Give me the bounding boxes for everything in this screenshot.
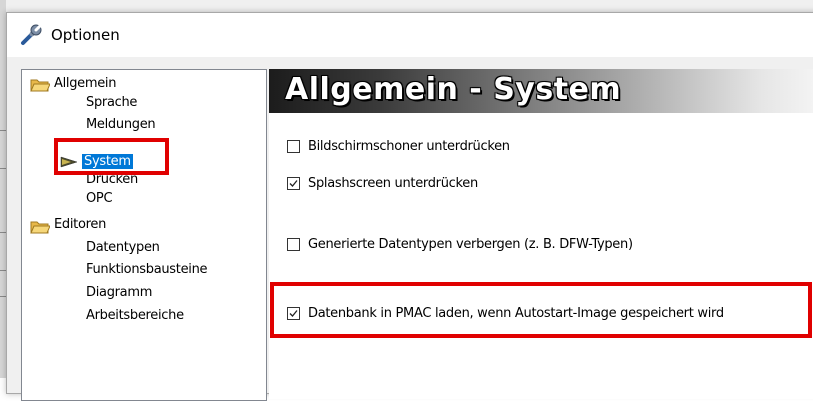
- option-splashscreen-label: Splashscreen unterdrücken: [308, 175, 478, 191]
- highlight-database-option: [270, 282, 812, 338]
- background-window-edge: [0, 0, 813, 12]
- option-screensaver-label: Bildschirmschoner unterdrücken: [308, 138, 510, 154]
- tree-item-datentypen[interactable]: Datentypen: [86, 240, 160, 256]
- checkbox-hide-datatypes[interactable]: [287, 237, 300, 251]
- checkbox-splashscreen[interactable]: [287, 176, 300, 190]
- option-screensaver[interactable]: Bildschirmschoner unterdrücken: [287, 136, 510, 156]
- checkmark-icon: [289, 179, 298, 187]
- folder-open-icon: [30, 79, 50, 92]
- tree-item-allgemein[interactable]: Allgemein: [54, 76, 116, 92]
- tree-item-opc[interactable]: OPC: [86, 191, 113, 207]
- wrench-icon: [21, 24, 42, 45]
- checkbox-screensaver[interactable]: [287, 139, 300, 153]
- folder-open-icon: [30, 221, 50, 234]
- panel-title: Allgemein - System: [285, 72, 622, 107]
- tree-item-sprache[interactable]: Sprache: [86, 95, 137, 111]
- option-hide-datatypes[interactable]: Generierte Datentypen verbergen (z. B. D…: [287, 234, 633, 254]
- highlight-system: [54, 138, 169, 175]
- tree-item-diagramm[interactable]: Diagramm: [86, 285, 152, 301]
- category-tree[interactable]: Allgemein Sprache Meldungen System Druck…: [21, 69, 267, 401]
- panel-header: Allgemein - System: [269, 69, 813, 113]
- option-splashscreen[interactable]: Splashscreen unterdrücken: [287, 173, 478, 193]
- tree-item-funktionsbausteine[interactable]: Funktionsbausteine: [86, 262, 208, 278]
- tree-item-arbeitsbereiche[interactable]: Arbeitsbereiche: [86, 308, 184, 324]
- tree-item-editoren[interactable]: Editoren: [54, 217, 106, 233]
- option-hide-datatypes-label: Generierte Datentypen verbergen (z. B. D…: [308, 236, 633, 252]
- settings-panel: Allgemein - System Bildschirmschoner unt…: [269, 69, 813, 399]
- title-bar[interactable]: Optionen: [7, 13, 813, 57]
- tree-item-meldungen[interactable]: Meldungen: [86, 117, 156, 133]
- window-title: Optionen: [51, 26, 120, 44]
